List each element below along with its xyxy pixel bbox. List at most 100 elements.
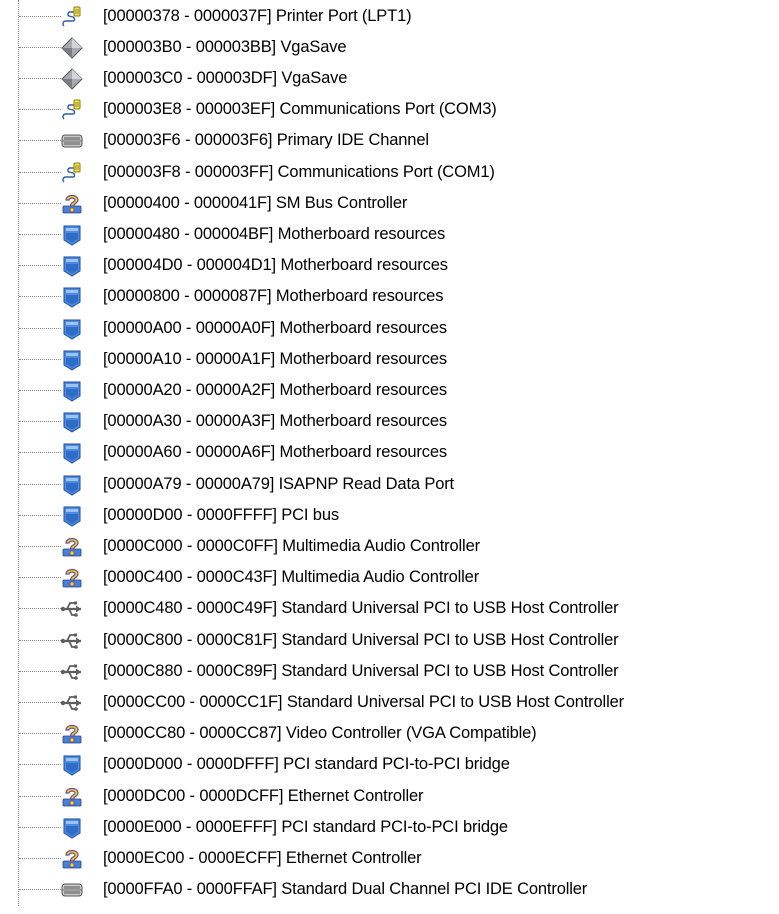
io-range: [0000E000 - 0000EFFF] [103, 817, 277, 836]
device-name: Motherboard resources [277, 224, 446, 243]
io-range: [000003F6 - 000003F6] [103, 131, 273, 150]
tree-item[interactable]: [00000800 - 0000087F] Motherboard resour… [0, 281, 779, 312]
io-range: [0000DC00 - 0000DCFF] [103, 786, 284, 805]
tree-item[interactable]: [00000A00 - 00000A0F] Motherboard resour… [0, 313, 779, 344]
device-name: Video Controller (VGA Compatible) [285, 724, 537, 743]
unknown-device-icon [60, 566, 84, 590]
io-range: [000003F8 - 000003FF] [103, 162, 274, 181]
tree-connector [19, 327, 61, 329]
tree-item[interactable]: [000003F6 - 000003F6] Primary IDE Channe… [0, 125, 779, 156]
tree-item[interactable]: [00000A20 - 00000A2F] Motherboard resour… [0, 375, 779, 406]
tree-item-label: [0000CC80 - 0000CC87] Video Controller (… [103, 723, 537, 744]
io-range: [000003E8 - 000003EF] [103, 100, 276, 119]
tree-connector [19, 670, 61, 672]
tree-item[interactable]: [0000CC00 - 0000CC1F] Standard Universal… [0, 687, 779, 718]
tree-item[interactable]: [0000FFA0 - 0000FFAF] Standard Dual Chan… [0, 874, 779, 905]
io-range: [00000400 - 0000041F] [103, 193, 272, 212]
tree-item[interactable]: [0000C880 - 0000C89F] Standard Universal… [0, 656, 779, 687]
tree-item[interactable]: [0000CC80 - 0000CC87] Video Controller (… [0, 718, 779, 749]
tree-connector [19, 202, 61, 204]
system-device-icon [60, 317, 84, 341]
tree-connector [19, 389, 61, 391]
device-name: Motherboard resources [279, 412, 448, 431]
tree-connector [19, 545, 61, 547]
device-name: Ethernet Controller [285, 848, 422, 867]
tree-item[interactable]: [0000C000 - 0000C0FF] Multimedia Audio C… [0, 531, 779, 562]
io-range: [0000CC80 - 0000CC87] [103, 724, 282, 743]
tree-item[interactable]: [00000400 - 0000041F] SM Bus Controller [0, 188, 779, 219]
tree-item-label: [0000EC00 - 0000ECFF] Ethernet Controlle… [103, 848, 422, 869]
tree-item[interactable]: [000003B0 - 000003BB] VgaSave [0, 32, 779, 63]
io-range: [0000C480 - 0000C49F] [103, 599, 277, 618]
device-name: Multimedia Audio Controller [282, 536, 480, 555]
usb-icon [60, 691, 84, 715]
io-range: [00000800 - 0000087F] [103, 287, 272, 306]
io-range: [000003C0 - 000003DF] [103, 68, 277, 87]
tree-item-label: [00000A30 - 00000A3F] Motherboard resour… [103, 411, 447, 432]
tree-connector [19, 452, 61, 454]
tree-connector [19, 421, 61, 423]
device-name: PCI standard PCI-to-PCI bridge [283, 755, 510, 774]
tree-item[interactable]: [0000C400 - 0000C43F] Multimedia Audio C… [0, 562, 779, 593]
system-device-icon [60, 504, 84, 528]
system-device-icon [60, 441, 84, 465]
device-name: Standard Universal PCI to USB Host Contr… [281, 599, 619, 618]
tree-item[interactable]: [0000E000 - 0000EFFF] PCI standard PCI-t… [0, 812, 779, 843]
device-name: Primary IDE Channel [276, 131, 429, 150]
tree-item[interactable]: [000003C0 - 000003DF] VgaSave [0, 63, 779, 94]
tree-connector [19, 483, 61, 485]
tree-item[interactable]: [0000C480 - 0000C49F] Standard Universal… [0, 593, 779, 624]
unknown-device-icon [60, 535, 84, 559]
tree-item[interactable]: [0000EC00 - 0000ECFF] Ethernet Controlle… [0, 843, 779, 874]
tree-item[interactable]: [0000DC00 - 0000DCFF] Ethernet Controlle… [0, 781, 779, 812]
device-name: Standard Universal PCI to USB Host Contr… [286, 692, 624, 711]
tree-item-label: [000003B0 - 000003BB] VgaSave [103, 37, 347, 58]
tree-connector [19, 296, 61, 298]
system-device-icon [60, 379, 84, 403]
tree-item[interactable]: [00000378 - 0000037F] Printer Port (LPT1… [0, 1, 779, 32]
tree-item-label: [00000A20 - 00000A2F] Motherboard resour… [103, 380, 447, 401]
tree-item[interactable]: [000004D0 - 000004D1] Motherboard resour… [0, 250, 779, 281]
tree-item-label: [00000480 - 000004BF] Motherboard resour… [103, 224, 445, 245]
io-range: [0000D000 - 0000DFFF] [103, 755, 279, 774]
device-name: Multimedia Audio Controller [281, 568, 480, 587]
tree-connector [19, 889, 61, 891]
tree-item-label: [00000A79 - 00000A79] ISAPNP Read Data P… [103, 474, 454, 495]
tree-item[interactable]: [00000A60 - 00000A6F] Motherboard resour… [0, 437, 779, 468]
device-name: Motherboard resources [279, 349, 448, 368]
tree-item[interactable]: [000003F8 - 000003FF] Communications Por… [0, 157, 779, 188]
tree-item[interactable]: [00000A79 - 00000A79] ISAPNP Read Data P… [0, 469, 779, 500]
port-icon [60, 161, 84, 185]
device-name: Motherboard resources [280, 256, 448, 275]
tree-item-label: [00000378 - 0000037F] Printer Port (LPT1… [103, 6, 412, 27]
tree-item[interactable]: [000003E8 - 000003EF] Communications Por… [0, 94, 779, 125]
tree-item[interactable]: [00000D00 - 0000FFFF] PCI bus [0, 500, 779, 531]
tree-item-label: [0000E000 - 0000EFFF] PCI standard PCI-t… [103, 817, 508, 838]
tree-connector [19, 857, 61, 859]
tree-item-label: [00000D00 - 0000FFFF] PCI bus [103, 505, 339, 526]
tree-item[interactable]: [00000A30 - 00000A3F] Motherboard resour… [0, 406, 779, 437]
tree-connector [19, 514, 61, 516]
tree-item-label: [000004D0 - 000004D1] Motherboard resour… [103, 255, 448, 276]
io-range: [0000C880 - 0000C89F] [103, 661, 277, 680]
tree-item-label: [000003E8 - 000003EF] Communications Por… [103, 99, 497, 120]
tree-item-label: [000003F6 - 000003F6] Primary IDE Channe… [103, 130, 429, 151]
tree-item-label: [00000400 - 0000041F] SM Bus Controller [103, 193, 407, 214]
tree-item[interactable]: [0000C800 - 0000C81F] Standard Universal… [0, 625, 779, 656]
io-range: [00000A10 - 00000A1F] [103, 349, 276, 368]
tree-item[interactable]: [0000D000 - 0000DFFF] PCI standard PCI-t… [0, 749, 779, 780]
system-device-icon [60, 753, 84, 777]
device-name: Communications Port (COM3) [279, 100, 497, 119]
tree-item[interactable]: [00000480 - 000004BF] Motherboard resour… [0, 219, 779, 250]
tree-item-label: [0000FFA0 - 0000FFAF] Standard Dual Chan… [103, 879, 587, 900]
tree-connector [19, 764, 61, 766]
io-range: [00000480 - 000004BF] [103, 224, 274, 243]
unknown-device-icon [60, 722, 84, 746]
tree-item[interactable]: [00000A10 - 00000A1F] Motherboard resour… [0, 344, 779, 375]
tree-connector [19, 15, 61, 17]
ide-controller-icon [60, 878, 84, 902]
system-device-icon [60, 473, 84, 497]
tree-connector [19, 358, 61, 360]
system-device-icon [60, 254, 84, 278]
tree-item-label: [0000D000 - 0000DFFF] PCI standard PCI-t… [103, 754, 510, 775]
